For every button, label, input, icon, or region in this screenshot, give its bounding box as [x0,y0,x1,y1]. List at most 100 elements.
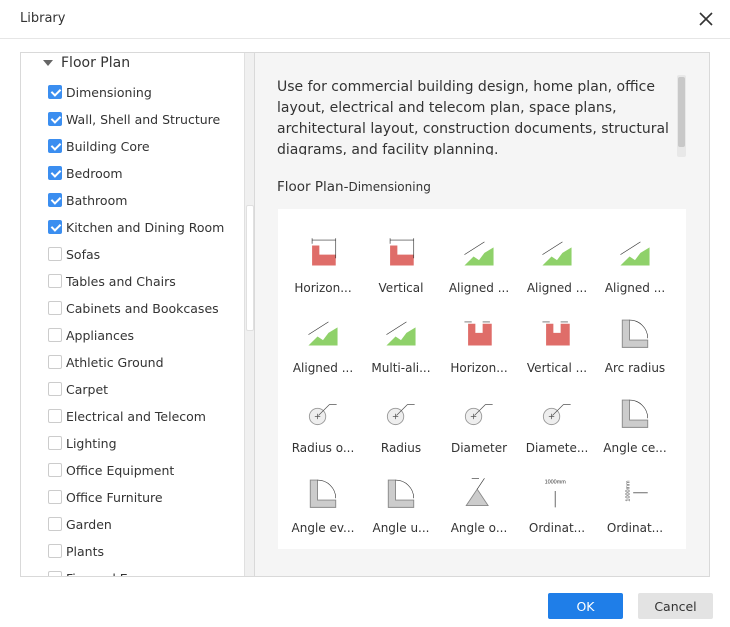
checkbox[interactable] [48,571,62,576]
checkbox[interactable] [48,139,62,153]
shape-label: Multi-ali... [371,361,431,375]
checkbox[interactable] [48,301,62,315]
category-item[interactable]: Athletic Ground [48,352,164,372]
description-scrollbar-thumb[interactable] [678,77,685,147]
checkbox[interactable] [48,85,62,99]
shape-item[interactable]: Horizon... [440,299,518,379]
ordinate-v-shape-icon: 1000mm [626,480,648,502]
shape-item[interactable]: Aligned ... [518,219,596,299]
checkbox[interactable] [48,409,62,423]
shape-item[interactable]: Multi-ali... [362,299,440,379]
green-slope-shape-icon [386,321,416,346]
checkbox[interactable] [48,490,62,504]
category-item[interactable]: Bathroom [48,190,127,210]
svg-text:1000mm: 1000mm [626,480,632,502]
shape-item[interactable]: Arc radius [596,299,674,379]
category-label: Carpet [66,381,109,397]
red-l-shape-icon [389,238,415,266]
category-item[interactable]: Dimensioning [48,82,152,102]
category-item[interactable]: Wall, Shell and Structure [48,109,220,129]
shape-label: Aligned ... [292,361,354,375]
category-item[interactable]: Sofas [48,244,100,264]
tree-group-floor-plan[interactable]: Floor Plan [43,55,130,71]
checkbox[interactable] [48,247,62,261]
circle-shape-icon [308,404,337,426]
shape-label: Ordinat... [606,521,664,535]
shape-label: Horizon... [450,361,508,375]
category-item[interactable]: Electrical and Telecom [48,406,206,426]
ok-button[interactable]: OK [548,593,623,619]
checkbox[interactable] [48,436,62,450]
category-item[interactable]: Kitchen and Dining Room [48,217,224,237]
category-item[interactable]: Building Core [48,136,150,156]
category-item[interactable]: Carpet [48,379,108,399]
shape-item[interactable]: Vertical [362,219,440,299]
category-item[interactable]: Fire and Emergency [48,568,190,577]
shape-label: Diamete... [525,441,589,455]
shape-item[interactable]: Diamete... [518,379,596,459]
shape-item[interactable]: Aligned ... [284,299,362,379]
shape-label: Vertical ... [526,361,588,375]
checkbox[interactable] [48,463,62,477]
cancel-button[interactable]: Cancel [638,593,713,619]
category-label: Athletic Ground [66,354,164,370]
checkbox[interactable] [48,166,62,180]
checkbox[interactable] [48,517,62,531]
svg-text:1000mm: 1000mm [545,480,567,486]
description-scrollbar[interactable] [677,75,686,157]
checkbox[interactable] [48,382,62,396]
checkbox[interactable] [48,220,62,234]
shape-item[interactable]: Aligned ... [440,219,518,299]
shape-item[interactable]: 1000mm Ordinat... [518,459,596,539]
shape-label: Aligned ... [526,281,588,295]
category-label: Bathroom [66,192,128,208]
dialog-title: Library [20,11,66,26]
category-item[interactable]: Tables and Chairs [48,271,176,291]
tree-scrollbar-thumb[interactable] [246,205,254,331]
category-label: Dimensioning [66,84,152,100]
shape-item[interactable]: Vertical ... [518,299,596,379]
close-icon[interactable] [697,10,715,28]
tree-scrollbar[interactable] [244,53,254,576]
category-label: Fire and Emergency [66,571,190,577]
gray-angle-shape-icon [621,319,649,348]
category-label: Sofas [66,246,101,262]
category-item[interactable]: Garden [48,514,112,534]
green-slope-shape-icon [620,241,650,266]
green-slope-shape-icon [542,241,572,266]
circle-shape-icon [386,404,415,426]
shape-item[interactable]: Radius [362,379,440,459]
shape-item[interactable]: Diameter [440,379,518,459]
shape-item[interactable]: Aligned ... [596,219,674,299]
checkbox[interactable] [48,328,62,342]
shape-item[interactable]: Angle u... [362,459,440,539]
category-label: Tables and Chairs [66,273,176,289]
category-label: Bedroom [66,165,123,181]
category-label: Wall, Shell and Structure [66,111,221,127]
checkbox[interactable] [48,355,62,369]
shape-item[interactable]: Angle o... [440,459,518,539]
shape-item[interactable]: Angle ce... [596,379,674,459]
detail-panel: Use for commercial building design, home… [255,52,710,577]
category-item[interactable]: Appliances [48,325,134,345]
shape-item[interactable]: Angle ev... [284,459,362,539]
category-item[interactable]: Cabinets and Bookcases [48,298,219,318]
shape-item[interactable]: 1000mm Ordinat... [596,459,674,539]
checkbox[interactable] [48,544,62,558]
shape-label: Horizon... [294,281,352,295]
shape-label: Aligned ... [604,281,666,295]
checkbox[interactable] [48,274,62,288]
category-label: Building Core [66,138,150,154]
shape-item[interactable]: Radius o... [284,379,362,459]
gray-angle-shape-icon [621,399,649,428]
group-label: Floor Plan [61,55,131,71]
checkbox[interactable] [48,112,62,126]
category-item[interactable]: Lighting [48,433,117,453]
category-item[interactable]: Plants [48,541,104,561]
category-item[interactable]: Bedroom [48,163,123,183]
shape-item[interactable]: Horizon... [284,219,362,299]
section-heading-main: Floor Plan- [277,179,349,195]
category-item[interactable]: Office Equipment [48,460,174,480]
checkbox[interactable] [48,193,62,207]
category-item[interactable]: Office Furniture [48,487,163,507]
